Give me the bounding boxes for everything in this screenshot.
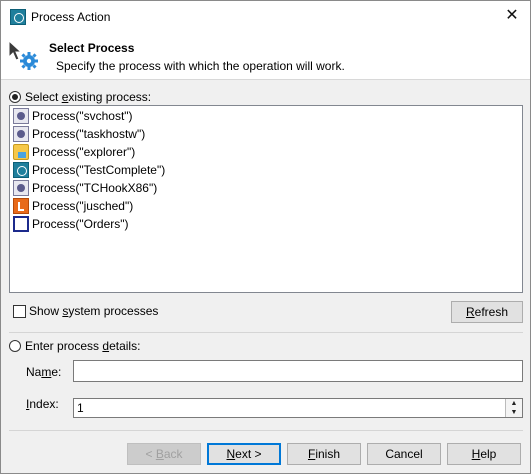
close-icon[interactable]: ✕ <box>498 5 526 27</box>
next-button[interactable]: Next > <box>207 443 281 465</box>
index-label: Index: <box>26 397 59 411</box>
process-icon <box>13 108 29 124</box>
finish-button[interactable]: Finish <box>287 443 361 465</box>
testcomplete-icon <box>13 162 29 178</box>
process-action-dialog: Process Action ✕ Select Process Specify … <box>0 0 531 474</box>
index-spinbox[interactable]: 1 ▲ ▼ <box>73 398 523 418</box>
show-system-processes-checkbox[interactable] <box>13 305 26 318</box>
header-subtitle: Specify the process with which the opera… <box>56 59 345 73</box>
name-field[interactable] <box>73 360 523 382</box>
process-gear-icon <box>8 39 38 70</box>
separator <box>9 430 523 431</box>
help-button[interactable]: Help <box>447 443 521 465</box>
select-existing-radio[interactable] <box>9 91 21 103</box>
process-list[interactable]: Process("svchost") Process("taskhostw") … <box>9 105 523 293</box>
back-button[interactable]: < Back <box>127 443 201 465</box>
separator <box>9 332 523 333</box>
process-icon <box>13 180 29 196</box>
show-system-processes-label[interactable]: Show system processes <box>29 304 158 318</box>
enter-details-radio[interactable] <box>9 340 21 352</box>
process-icon <box>13 126 29 142</box>
header-title: Select Process <box>49 41 135 55</box>
refresh-button[interactable]: Refresh <box>451 301 523 323</box>
select-existing-label[interactable]: Select existing process: <box>25 90 151 104</box>
wizard-header: Select Process Specify the process with … <box>1 32 530 80</box>
name-label: Name: <box>26 365 62 379</box>
title-bar[interactable]: Process Action ✕ <box>1 1 530 32</box>
explorer-folder-icon <box>13 144 29 160</box>
window-icon <box>13 216 29 232</box>
index-value: 1 <box>77 401 84 415</box>
spin-down-icon[interactable]: ▼ <box>505 408 522 417</box>
window-title: Process Action <box>31 10 111 24</box>
testcomplete-icon <box>10 9 26 25</box>
enter-details-label[interactable]: Enter process details: <box>25 339 140 353</box>
spin-up-icon[interactable]: ▲ <box>505 399 522 408</box>
java-icon <box>13 198 29 214</box>
cancel-button[interactable]: Cancel <box>367 443 441 465</box>
